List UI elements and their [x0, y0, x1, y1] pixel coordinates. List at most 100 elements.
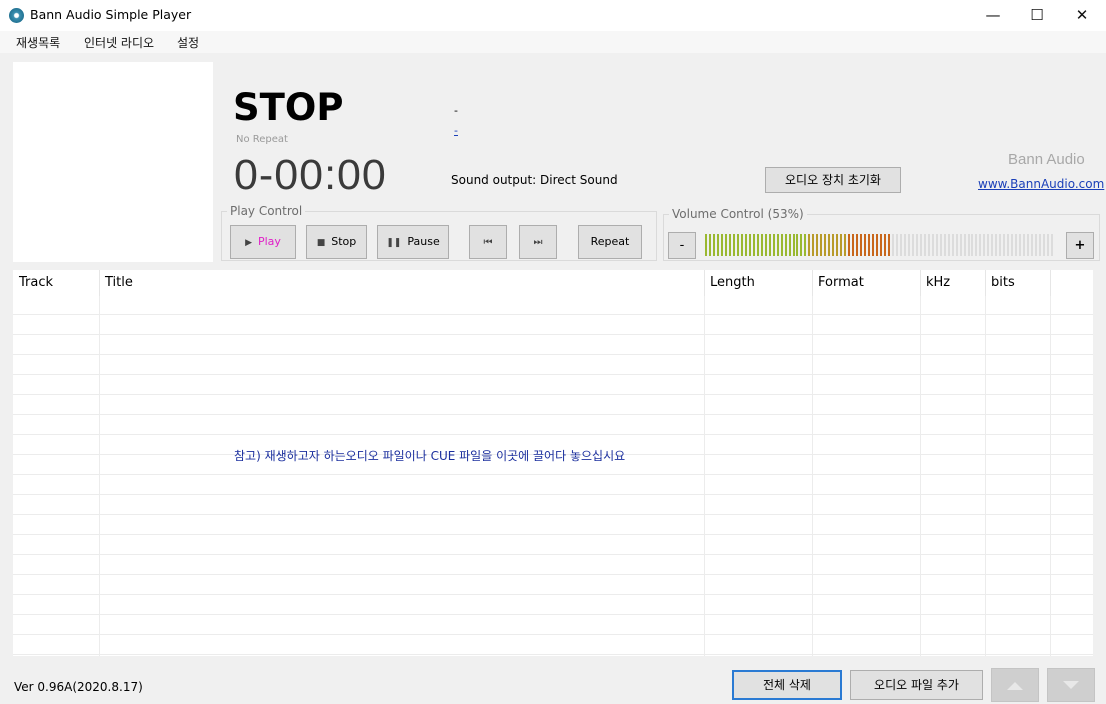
column-header-format[interactable]: Format — [812, 270, 921, 296]
repeat-label: Repeat — [590, 235, 630, 248]
column-header-khz[interactable]: kHz — [920, 270, 986, 296]
volume-segment — [744, 234, 747, 256]
volume-segment — [705, 234, 707, 256]
row-divider — [13, 594, 1093, 595]
row-divider — [13, 474, 1093, 475]
volume-down-button[interactable]: - — [668, 232, 696, 259]
row-divider — [13, 434, 1093, 435]
volume-segment — [975, 234, 978, 256]
volume-segment — [987, 234, 990, 256]
stop-button[interactable]: ■ Stop — [306, 225, 367, 259]
volume-segment — [748, 234, 751, 256]
track-info-line1: - — [454, 104, 458, 117]
volume-segment — [728, 234, 731, 256]
volume-segment — [1019, 234, 1022, 256]
volume-segment — [883, 234, 886, 256]
volume-segment — [935, 234, 938, 256]
volume-segment — [915, 234, 918, 256]
column-divider — [704, 296, 705, 656]
next-track-button[interactable]: ⏭ — [519, 225, 557, 259]
volume-segment — [1043, 234, 1046, 256]
column-header-length[interactable]: Length — [704, 270, 813, 296]
pause-icon: ❚❚ — [386, 238, 402, 248]
website-link[interactable]: www.BannAudio.com — [978, 177, 1104, 191]
volume-segment — [979, 234, 982, 256]
repeat-button[interactable]: Repeat — [578, 225, 642, 259]
menu-playlist[interactable]: 재생목록 — [16, 34, 60, 51]
volume-segment — [959, 234, 962, 256]
drop-hint: 참고) 재생하고자 하는오디오 파일이나 CUE 파일을 이곳에 끌어다 놓으십… — [234, 449, 626, 463]
row-divider — [13, 394, 1093, 395]
row-divider — [13, 654, 1093, 655]
volume-segment — [760, 234, 763, 256]
reset-audio-device-button[interactable]: 오디오 장치 초기화 — [765, 167, 901, 193]
volume-segment — [963, 234, 966, 256]
move-down-button[interactable] — [1047, 668, 1095, 702]
volume-up-button[interactable]: + — [1066, 232, 1094, 259]
row-divider — [13, 334, 1093, 335]
menu-settings[interactable]: 설정 — [177, 34, 199, 51]
move-up-button[interactable] — [991, 668, 1039, 702]
row-divider — [13, 534, 1093, 535]
volume-segment — [1039, 234, 1042, 256]
playback-status: STOP — [233, 86, 344, 129]
maximize-button[interactable]: ☐ — [1014, 0, 1060, 31]
column-header-bits[interactable]: bits — [985, 270, 1051, 296]
menu-internet-radio[interactable]: 인터넷 라디오 — [84, 34, 154, 51]
volume-segment — [784, 234, 787, 256]
volume-segment — [880, 234, 882, 256]
volume-segment — [832, 234, 835, 256]
track-info-link[interactable]: - — [454, 124, 458, 137]
volume-segment — [740, 234, 743, 256]
delete-all-button[interactable]: 전체 삭제 — [732, 670, 842, 700]
volume-segment — [911, 234, 914, 256]
volume-segment — [836, 234, 839, 256]
volume-segment — [792, 234, 795, 256]
column-divider — [812, 296, 813, 656]
volume-segment — [1007, 234, 1010, 256]
volume-segment — [955, 234, 958, 256]
volume-meter[interactable] — [705, 234, 1055, 256]
volume-segment — [927, 234, 930, 256]
volume-segment — [939, 234, 942, 256]
volume-segment — [716, 234, 719, 256]
volume-segment — [776, 234, 779, 256]
volume-segment — [1031, 234, 1034, 256]
minimize-button[interactable]: — — [970, 0, 1016, 31]
volume-segment — [983, 234, 986, 256]
triangle-down-icon — [1063, 681, 1079, 689]
stop-icon: ■ — [316, 238, 326, 248]
column-header-track[interactable]: Track — [13, 270, 100, 296]
column-divider — [920, 296, 921, 656]
volume-segment — [1003, 234, 1006, 256]
volume-segment — [967, 234, 970, 256]
row-divider — [13, 514, 1093, 515]
volume-segment — [856, 234, 859, 256]
volume-segment — [824, 234, 827, 256]
volume-segment — [951, 234, 954, 256]
volume-segment — [768, 234, 771, 256]
volume-segment — [764, 234, 767, 256]
volume-segment — [772, 234, 775, 256]
app-disc-icon — [9, 8, 24, 23]
column-header-title[interactable]: Title — [99, 270, 705, 296]
volume-control-label: Volume Control (53%) — [669, 207, 807, 221]
add-audio-file-button[interactable]: 오디오 파일 추가 — [850, 670, 983, 700]
volume-segment — [895, 234, 898, 256]
volume-segment — [868, 234, 871, 256]
volume-segment — [1015, 234, 1018, 256]
close-button[interactable]: ✕ — [1059, 0, 1105, 31]
previous-track-button[interactable]: ⏮ — [469, 225, 507, 259]
play-label: Play — [257, 235, 281, 248]
volume-segment — [991, 234, 994, 256]
volume-segment — [919, 234, 922, 256]
play-button[interactable]: ▶ Play — [230, 225, 296, 259]
volume-segment — [756, 234, 759, 256]
pause-button[interactable]: ❚❚ Pause — [377, 225, 449, 259]
volume-segment — [860, 234, 863, 256]
volume-segment — [1035, 234, 1038, 256]
volume-segment — [943, 234, 946, 256]
window-title: Bann Audio Simple Player — [30, 7, 192, 22]
volume-segment — [780, 234, 783, 256]
volume-segment — [708, 234, 711, 256]
